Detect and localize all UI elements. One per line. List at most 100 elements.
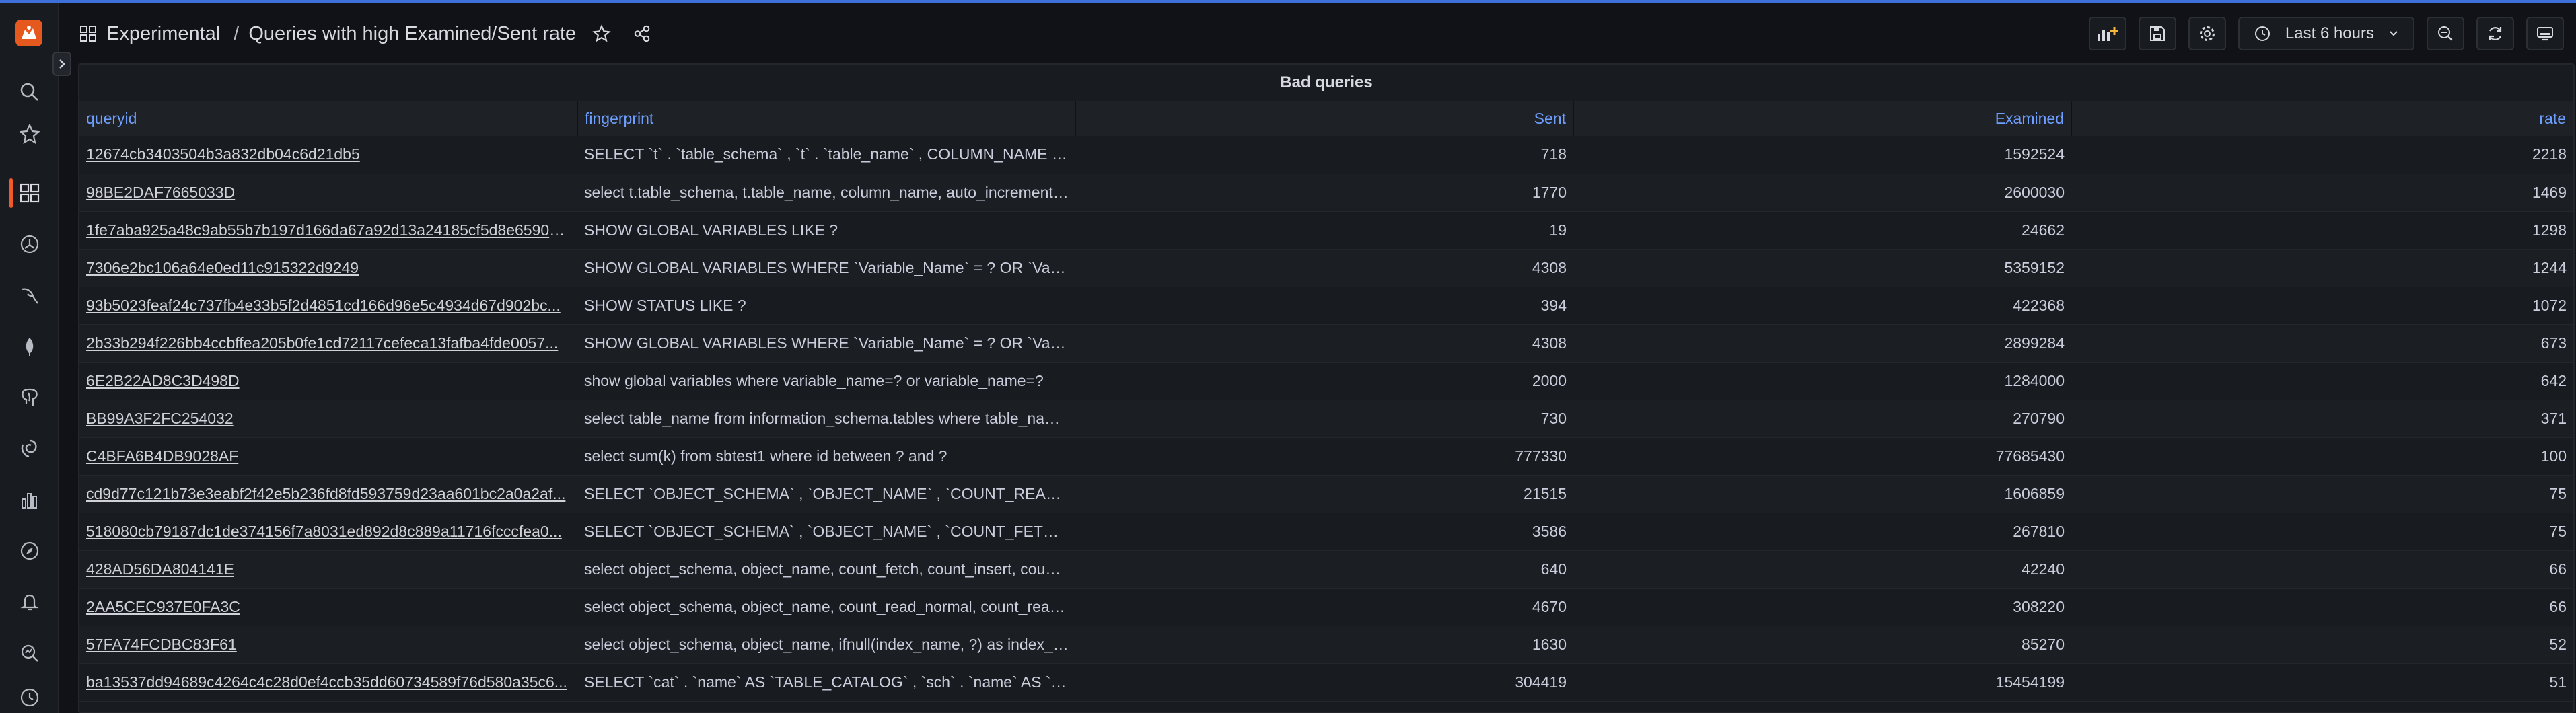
search-icon[interactable] bbox=[16, 79, 43, 106]
expand-menu-button[interactable] bbox=[52, 52, 71, 76]
cell-rate: 673 bbox=[2071, 324, 2573, 363]
cell-queryid[interactable]: 2b33b294f226bb4ccbffea205b0fe1cd72117cef… bbox=[79, 324, 577, 363]
zoom-out-button[interactable] bbox=[2427, 17, 2464, 50]
alerting-icon[interactable] bbox=[16, 231, 43, 258]
cell-sent: 4670 bbox=[1075, 588, 1573, 626]
side-menu bbox=[0, 3, 59, 713]
breadcrumb: Experimental / Queries with high Examine… bbox=[79, 3, 651, 64]
star-icon[interactable] bbox=[592, 24, 611, 43]
table-row: C4BFA6B4DB9028AF select sum(k) from sbtes… bbox=[79, 437, 2573, 476]
cell-queryid[interactable]: BB99A3F2FC254032 bbox=[79, 400, 577, 438]
cell-examined: 2600030 bbox=[1573, 174, 2071, 212]
column-header-queryid[interactable]: queryid bbox=[79, 101, 578, 136]
bad-queries-panel: Bad queries queryid fingerprint Sent Exa… bbox=[78, 63, 2575, 713]
share-icon[interactable] bbox=[633, 24, 651, 43]
cell-examined: 1284000 bbox=[1573, 362, 2071, 400]
explore-metrics-icon[interactable] bbox=[16, 486, 43, 513]
refresh-icon bbox=[2489, 27, 2502, 40]
cell-fingerprint: SHOW GLOBAL VARIABLES LIKE ? bbox=[577, 211, 1075, 250]
cell-queryid[interactable]: 57FA74FCDBC83F61 bbox=[79, 626, 577, 664]
dashboards-icon[interactable] bbox=[16, 180, 43, 207]
cell-queryid[interactable]: ba13537dd94689c4264c4c28d0ef4ccb35dd6073… bbox=[79, 663, 577, 702]
cell-queryid[interactable]: 7306e2bc106a64e0ed11c915322d9249 bbox=[79, 249, 577, 287]
cell-fingerprint: SELECT `OBJECT_SCHEMA` , `OBJECT_NAME` ,… bbox=[577, 475, 1075, 513]
column-header-fingerprint[interactable]: fingerprint bbox=[577, 101, 1076, 136]
cell-queryid[interactable]: 518080cb79187dc1de374156f7a8031ed892d8c8… bbox=[79, 513, 577, 551]
cell-fingerprint: select object_schema, object_name, count… bbox=[577, 550, 1075, 589]
proxysql-icon[interactable] bbox=[16, 435, 43, 462]
column-header-examined[interactable]: Examined bbox=[1573, 101, 2072, 136]
column-header-sent[interactable]: Sent bbox=[1075, 101, 1574, 136]
table-row: 98BE2DAF7665033D select t.table_schema, t… bbox=[79, 174, 2573, 212]
dashboard-title[interactable]: Queries with high Examined/Sent rate bbox=[248, 23, 576, 45]
compass-icon[interactable] bbox=[16, 537, 43, 564]
cell-sent: 304419 bbox=[1075, 663, 1573, 702]
cell-fingerprint: SHOW GLOBAL VARIABLES WHERE `Variable_Na… bbox=[577, 249, 1075, 287]
table-row: 6E2B22AD8C3D498D show global variables wh… bbox=[79, 362, 2573, 400]
cell-queryid[interactable]: 1fe7aba925a48c9ab55b7b197d166da67a92d13a… bbox=[79, 211, 577, 250]
cell-rate: 52 bbox=[2071, 626, 2573, 664]
star-icon[interactable] bbox=[16, 120, 43, 147]
chevron-right-icon bbox=[59, 59, 65, 69]
cell-queryid[interactable]: 6E2B22AD8C3D498D bbox=[79, 362, 577, 400]
cell-fingerprint: select object_schema, object_name, ifnul… bbox=[577, 626, 1075, 664]
tv-mode-button[interactable] bbox=[2526, 17, 2564, 50]
cell-sent: 394 bbox=[1075, 287, 1573, 325]
add-panel-icon bbox=[2097, 27, 2118, 41]
cell-rate: 66 bbox=[2071, 588, 2573, 626]
cell-sent: 2000 bbox=[1075, 362, 1573, 400]
refresh-button[interactable] bbox=[2476, 17, 2514, 50]
history-icon[interactable] bbox=[16, 684, 43, 711]
column-header-rate[interactable]: rate bbox=[2071, 101, 2573, 136]
cell-sent: 1770 bbox=[1075, 174, 1573, 212]
cell-queryid[interactable]: 12674cb3403504b3a832db04c6d21db5 bbox=[79, 136, 577, 174]
mongodb-icon[interactable] bbox=[16, 333, 43, 360]
cell-queryid[interactable]: 98BE2DAF7665033D bbox=[79, 174, 577, 212]
clock-icon bbox=[2254, 26, 2270, 41]
cell-sent: 730 bbox=[1075, 400, 1573, 438]
table-row: ba13537dd94689c4264c4c28d0ef4ccb35dd6073… bbox=[79, 663, 2573, 702]
breadcrumb-folder[interactable]: Experimental bbox=[106, 23, 220, 45]
cell-examined: 2899284 bbox=[1573, 324, 2071, 363]
table-row: 518080cb79187dc1de374156f7a8031ed892d8c8… bbox=[79, 513, 2573, 551]
cell-rate: 1469 bbox=[2071, 174, 2573, 212]
cell-fingerprint: show global variables where variable_nam… bbox=[577, 362, 1075, 400]
cell-queryid[interactable]: 2AA5CEC937E0FA3C bbox=[79, 588, 577, 626]
table-row: 428AD56DA804141E select object_schema, ob… bbox=[79, 550, 2573, 589]
panel-title[interactable]: Bad queries bbox=[79, 65, 2573, 101]
cell-sent: 1630 bbox=[1075, 626, 1573, 664]
time-range-picker[interactable]: Last 6 hours bbox=[2238, 17, 2414, 50]
query-analytics-icon[interactable] bbox=[16, 640, 43, 667]
mysql-icon[interactable] bbox=[16, 282, 43, 309]
cell-rate: 75 bbox=[2071, 513, 2573, 551]
bell-icon[interactable] bbox=[16, 589, 43, 615]
cell-sent: 777330 bbox=[1075, 437, 1573, 476]
cell-queryid[interactable]: 93b5023feaf24c737fb4e33b5f2d4851cd166d96… bbox=[79, 287, 577, 325]
cell-examined: 5359152 bbox=[1573, 249, 2071, 287]
cell-queryid[interactable]: 428AD56DA804141E bbox=[79, 550, 577, 589]
add-panel-button[interactable] bbox=[2088, 17, 2126, 50]
toolbar: Last 6 hours bbox=[2088, 3, 2576, 64]
cell-fingerprint: SHOW GLOBAL VARIABLES WHERE `Variable_Na… bbox=[577, 324, 1075, 363]
cell-examined: 15454199 bbox=[1573, 663, 2071, 702]
table-row: 57FA74FCDBC83F61 select object_schema, ob… bbox=[79, 626, 2573, 664]
cell-rate: 2218 bbox=[2071, 136, 2573, 174]
cell-queryid[interactable]: cd9d77c121b73e3eabf2f42e5b236fd8fd593759… bbox=[79, 475, 577, 513]
cell-examined: 422368 bbox=[1573, 287, 2071, 325]
dashboard-navbar: Experimental / Queries with high Examine… bbox=[61, 3, 2576, 64]
settings-icon bbox=[2199, 26, 2215, 41]
save-dashboard-button[interactable] bbox=[2138, 17, 2176, 50]
table-row: 2b33b294f226bb4ccbffea205b0fe1cd72117cef… bbox=[79, 324, 2573, 363]
cell-sent: 19 bbox=[1075, 211, 1573, 250]
cell-examined: 308220 bbox=[1573, 588, 2071, 626]
cell-queryid[interactable]: C4BFA6B4DB9028AF bbox=[79, 437, 577, 476]
home-logo[interactable] bbox=[15, 20, 42, 46]
cell-fingerprint: select sum(k) from sbtest1 where id betw… bbox=[577, 437, 1075, 476]
queries-table: queryid fingerprint Sent Examined rate 1… bbox=[79, 101, 2573, 702]
table-row: 2AA5CEC937E0FA3C select object_schema, ob… bbox=[79, 588, 2573, 626]
dashboard-settings-button[interactable] bbox=[2188, 17, 2226, 50]
table-row: 93b5023feaf24c737fb4e33b5f2d4851cd166d96… bbox=[79, 287, 2573, 325]
cell-fingerprint: select object_schema, object_name, count… bbox=[577, 588, 1075, 626]
table-row: cd9d77c121b73e3eabf2f42e5b236fd8fd593759… bbox=[79, 475, 2573, 513]
postgresql-icon[interactable] bbox=[16, 384, 43, 411]
